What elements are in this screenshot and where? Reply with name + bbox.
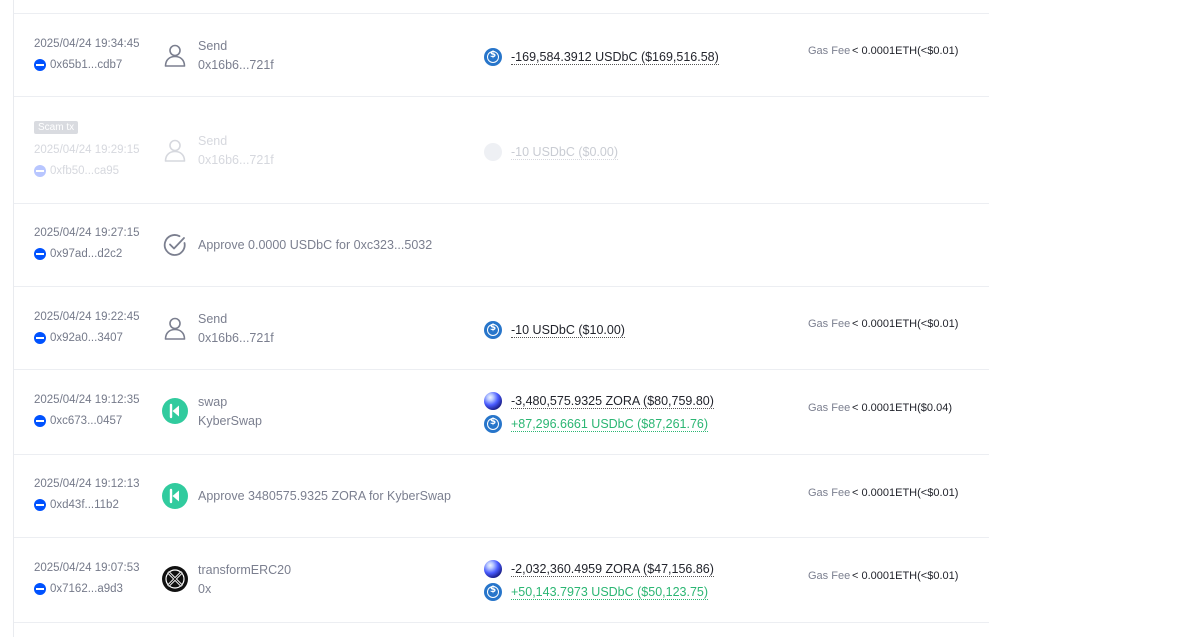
zora-icon <box>484 560 502 578</box>
usdc-icon <box>484 415 502 433</box>
usdc-icon <box>484 321 502 339</box>
base-chain-icon <box>34 415 46 427</box>
usdc-icon <box>484 583 502 601</box>
tx-counterparty[interactable]: 0x16b6...721f <box>198 331 274 345</box>
token-change[interactable]: +50,143.7973 USDbC ($50,123.75) <box>484 583 709 601</box>
token-change[interactable]: -2,032,360.4959 ZORA ($47,156.86) <box>484 560 714 578</box>
person-icon <box>162 137 188 163</box>
gas-fee-label: Gas Fee <box>808 402 851 414</box>
gas-fee-label: Gas Fee <box>808 45 851 57</box>
kyberswap-icon <box>162 398 188 424</box>
tx-title: Send <box>198 39 228 53</box>
tx-title: transformERC20 <box>198 563 292 577</box>
tx-hash[interactable]: 0x65b1...cdb7 <box>34 59 122 71</box>
transaction-row[interactable]: 2025/04/24 19:22:45 0x92a0...3407 Send 0… <box>14 287 989 370</box>
gas-fee-value: < 0.0001ETH($0.04) <box>852 402 952 414</box>
tx-title: Send <box>198 312 228 326</box>
tx-hash[interactable]: 0xd43f...11b2 <box>34 499 119 511</box>
tx-time: 2025/04/24 19:22:45 <box>34 311 140 323</box>
kyberswap-icon <box>162 483 188 509</box>
token-change[interactable]: -10 USDbC ($0.00) <box>484 143 618 161</box>
tx-counterparty[interactable]: 0x16b6...721f <box>198 58 274 72</box>
transaction-row[interactable]: 2025/04/24 19:12:35 0xc673...0457 swap K… <box>14 370 989 455</box>
token-change[interactable]: -10 USDbC ($10.00) <box>484 321 625 339</box>
base-chain-icon <box>34 332 46 344</box>
tx-time: 2025/04/24 19:12:13 <box>34 478 140 490</box>
tx-hash[interactable]: 0xfb50...ca95 <box>34 165 119 177</box>
tx-time: 2025/04/24 19:34:45 <box>34 38 140 50</box>
token-change[interactable]: +87,296.6661 USDbC ($87,261.76) <box>484 415 709 433</box>
transaction-row[interactable]: 2025/04/24 19:12:13 0xd43f...11b2 Approv… <box>14 455 989 538</box>
base-chain-icon <box>34 248 46 260</box>
base-chain-icon <box>34 583 46 595</box>
transaction-row[interactable]: 2025/04/24 19:07:53 0x7162...a9d3 transf… <box>14 538 989 623</box>
base-chain-icon <box>34 165 46 177</box>
transaction-row[interactable]: 2025/04/24 19:34:45 0x65b1...cdb7 Send 0… <box>14 14 989 97</box>
usdc-icon <box>484 143 502 161</box>
gas-fee-label: Gas Fee <box>808 487 851 499</box>
transaction-row[interactable]: 2025/04/24 19:27:15 0x97ad...d2c2 Approv… <box>14 204 989 287</box>
gas-fee-value: < 0.0001ETH(<$0.01) <box>852 318 959 330</box>
tx-time: 2025/04/24 19:12:35 <box>34 394 140 406</box>
token-change[interactable]: -169,584.3912 USDbC ($169,516.58) <box>484 48 719 66</box>
tx-hash[interactable]: 0x97ad...d2c2 <box>34 248 122 260</box>
base-chain-icon <box>34 59 46 71</box>
gas-fee-label: Gas Fee <box>808 570 851 582</box>
base-chain-icon <box>34 499 46 511</box>
transaction-list: 2025/04/24 19:34:45 0x65b1...cdb7 Send 0… <box>14 13 989 623</box>
check-circle-icon <box>162 232 188 258</box>
tx-counterparty[interactable]: KyberSwap <box>198 414 262 428</box>
tx-title: Send <box>198 134 228 148</box>
tx-title: Approve 3480575.9325 ZORA for KyberSwap <box>198 489 451 503</box>
transaction-row[interactable]: Scam tx 2025/04/24 19:29:15 0xfb50...ca9… <box>14 97 989 204</box>
tx-title: swap <box>198 395 228 409</box>
gas-fee-value: < 0.0001ETH(<$0.01) <box>852 570 959 582</box>
tx-counterparty[interactable]: 0x <box>198 582 211 596</box>
gas-fee-label: Gas Fee <box>808 318 851 330</box>
token-change[interactable]: -3,480,575.9325 ZORA ($80,759.80) <box>484 392 714 410</box>
scam-badge: Scam tx <box>34 121 79 134</box>
tx-time: 2025/04/24 19:29:15 <box>34 144 140 156</box>
gas-fee-value: < 0.0001ETH(<$0.01) <box>852 487 959 499</box>
tx-hash[interactable]: 0x7162...a9d3 <box>34 583 123 595</box>
0x-protocol-icon <box>162 566 188 592</box>
gas-fee-value: < 0.0001ETH(<$0.01) <box>852 45 959 57</box>
tx-time: 2025/04/24 19:07:53 <box>34 562 140 574</box>
tx-hash[interactable]: 0x92a0...3407 <box>34 332 123 344</box>
tx-hash[interactable]: 0xc673...0457 <box>34 415 122 427</box>
zora-icon <box>484 392 502 410</box>
person-icon <box>162 42 188 68</box>
tx-counterparty[interactable]: 0x16b6...721f <box>198 153 274 167</box>
tx-time: 2025/04/24 19:27:15 <box>34 227 140 239</box>
tx-title: Approve 0.0000 USDbC for 0xc323...5032 <box>198 238 433 252</box>
usdc-icon <box>484 48 502 66</box>
person-icon <box>162 315 188 341</box>
